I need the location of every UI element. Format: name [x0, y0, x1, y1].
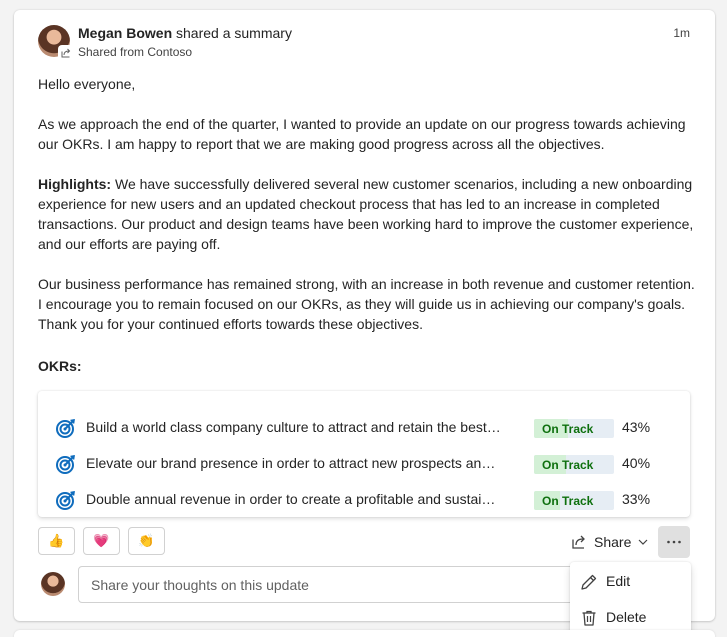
share-button[interactable]: Share	[570, 531, 649, 553]
post-source: Shared from Contoso	[78, 45, 193, 59]
target-icon	[56, 491, 75, 510]
author-avatar[interactable]	[38, 25, 74, 61]
menu-item-edit-label: Edit	[606, 573, 631, 589]
okr-heading: OKRs:	[38, 358, 82, 374]
okr-row[interactable]: Elevate our brand presence in order to a…	[38, 452, 690, 476]
clap-icon: 👏	[138, 533, 155, 548]
okr-percent: 33%	[622, 491, 651, 507]
intro-paragraph: As we approach the end of the quarter, I…	[38, 116, 686, 152]
okr-percent: 40%	[622, 455, 651, 471]
share-icon	[61, 48, 71, 58]
status-badge: On Track	[534, 455, 614, 474]
post-card: Megan Bowen shared a summary Shared from…	[14, 10, 715, 637]
share-icon	[572, 535, 585, 549]
comment-input[interactable]	[78, 566, 598, 603]
trash-icon	[582, 610, 596, 626]
target-icon	[56, 455, 75, 474]
highlights-label: Highlights:	[38, 176, 112, 192]
post-timestamp: 1m	[673, 26, 690, 40]
status-label: On Track	[542, 458, 594, 472]
share-label: Share	[594, 534, 632, 550]
heart-icon: 💗	[93, 533, 110, 548]
reaction-clap-button[interactable]: 👏	[128, 527, 165, 555]
closing-paragraph: Our business performance has remained st…	[38, 276, 695, 332]
status-badge: On Track	[534, 491, 614, 510]
share-badge	[58, 45, 74, 61]
menu-item-edit[interactable]: Edit	[570, 564, 691, 600]
target-icon	[56, 419, 75, 438]
okr-list: Build a world class company culture to a…	[38, 391, 690, 517]
greeting: Hello everyone,	[38, 76, 136, 92]
reaction-heart-button[interactable]: 💗	[83, 527, 120, 555]
status-label: On Track	[542, 422, 594, 436]
thumbs-up-icon: 👍	[48, 533, 65, 548]
okr-percent: 43%	[622, 419, 651, 435]
status-badge: On Track	[534, 419, 614, 438]
highlights-paragraph: Highlights: We have successfully deliver…	[38, 174, 698, 254]
post-action: shared a summary	[172, 25, 292, 41]
more-icon	[667, 540, 681, 544]
okr-row[interactable]: Build a world class company culture to a…	[38, 416, 690, 440]
highlights-text: We have successfully delivered several n…	[38, 176, 694, 252]
current-user-avatar	[41, 572, 65, 596]
author-name[interactable]: Megan Bowen	[78, 25, 172, 41]
okr-title[interactable]: Double annual revenue in order to create…	[86, 491, 502, 507]
next-post-card	[14, 630, 715, 637]
author-line: Megan Bowen shared a summary	[78, 25, 292, 41]
reaction-thumbs-up-button[interactable]: 👍	[38, 527, 75, 555]
okr-title[interactable]: Build a world class company culture to a…	[86, 419, 502, 435]
okr-title[interactable]: Elevate our brand presence in order to a…	[86, 455, 502, 471]
pencil-icon	[581, 574, 597, 590]
menu-item-delete-label: Delete	[606, 609, 647, 625]
more-options-button[interactable]	[658, 526, 690, 558]
status-label: On Track	[542, 494, 594, 508]
more-options-menu: Edit Delete	[570, 562, 691, 637]
chevron-down-icon	[638, 539, 648, 545]
okr-row[interactable]: Double annual revenue in order to create…	[38, 488, 690, 512]
post-body: Hello everyone, As we approach the end o…	[38, 74, 698, 354]
